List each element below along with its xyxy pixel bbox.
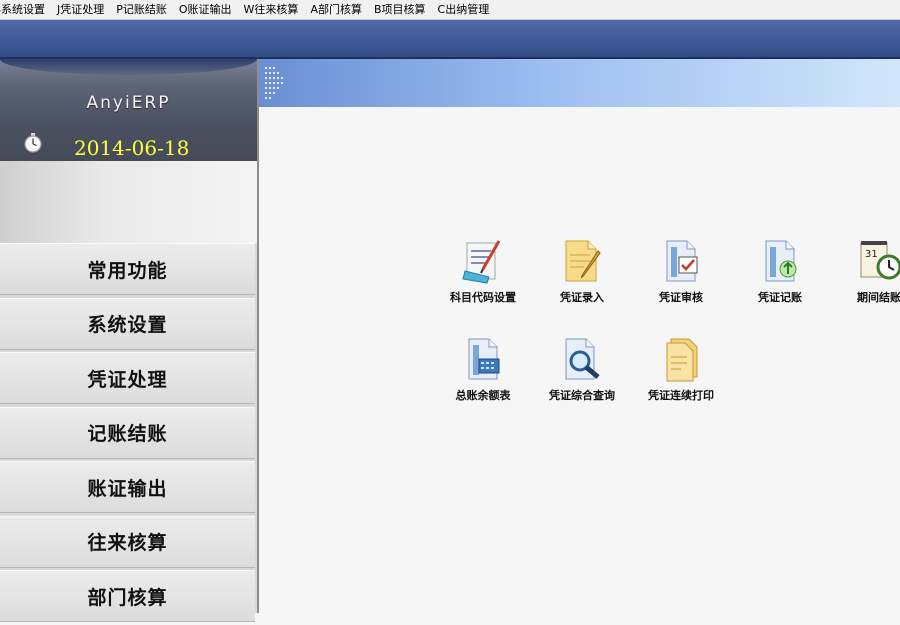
grip-dots-icon bbox=[265, 67, 283, 99]
func-label: 凭证记账 bbox=[758, 291, 802, 304]
nav-system-settings[interactable]: 系统设置 bbox=[0, 297, 255, 350]
sidebar: AnyiERP 2014-06-18 常用功能 系统设置 凭证处理 记账结账 账… bbox=[0, 59, 259, 622]
voucher-posting-icon bbox=[765, 240, 797, 282]
voucher-print-icon bbox=[666, 338, 698, 382]
func-label: 科目代码设置 bbox=[450, 291, 516, 304]
nav-voucher-processing[interactable]: 凭证处理 bbox=[0, 352, 255, 404]
menu-bar: S系统设置 J凭证处理 P记账结账 O账证输出 W往来核算 A部门核算 B项目核… bbox=[0, 0, 900, 20]
menu-system-settings[interactable]: S系统设置 bbox=[0, 0, 51, 19]
func-voucher-review[interactable]: 凭证审核 bbox=[633, 237, 729, 305]
func-period-close[interactable]: 31 期间结账 bbox=[831, 237, 900, 305]
brand-logo: AnyiERP bbox=[86, 93, 171, 113]
voucher-query-icon bbox=[565, 338, 600, 380]
func-ledger-balance[interactable]: 总账余额表 bbox=[435, 335, 531, 403]
main-panel: 科目代码设置 凭证录入 凭证审核 凭证记账 31 期间结账 总账余额表 凭证综合… bbox=[259, 59, 900, 613]
func-account-code-setup[interactable]: 科目代码设置 bbox=[435, 237, 531, 305]
nav-receivables[interactable]: 往来核算 bbox=[0, 515, 255, 568]
voucher-review-icon bbox=[666, 240, 698, 282]
sidebar-spacer bbox=[0, 161, 257, 243]
ledger-balance-icon bbox=[468, 338, 500, 380]
func-label: 总账余额表 bbox=[455, 389, 511, 402]
func-label: 凭证审核 bbox=[659, 291, 703, 304]
menu-posting-closing[interactable]: P记账结账 bbox=[116, 0, 173, 19]
nav-common-functions[interactable]: 常用功能 bbox=[0, 243, 255, 295]
svg-text:31: 31 bbox=[865, 249, 878, 260]
func-voucher-print[interactable]: 凭证连续打印 bbox=[633, 335, 729, 403]
func-voucher-entry[interactable]: 凭证录入 bbox=[534, 237, 630, 305]
voucher-entry-icon bbox=[565, 240, 601, 282]
nav-department[interactable]: 部门核算 bbox=[0, 570, 255, 622]
period-close-icon: 31 bbox=[860, 241, 900, 280]
func-label: 期间结账 bbox=[857, 291, 900, 304]
menu-receivables[interactable]: W往来核算 bbox=[244, 0, 305, 19]
nav-ledger-output[interactable]: 账证输出 bbox=[0, 461, 255, 513]
toolbar-band bbox=[0, 20, 900, 57]
func-label: 凭证录入 bbox=[560, 291, 604, 304]
menu-department[interactable]: A部门核算 bbox=[310, 0, 368, 19]
menu-ledger-output[interactable]: O账证输出 bbox=[179, 0, 238, 19]
menu-cashier[interactable]: C出纳管理 bbox=[438, 0, 496, 19]
menu-voucher-processing[interactable]: J凭证处理 bbox=[57, 0, 110, 19]
nav-posting-closing[interactable]: 记账结账 bbox=[0, 406, 255, 459]
func-label: 凭证综合查询 bbox=[549, 389, 615, 402]
account-code-icon bbox=[462, 240, 501, 284]
main-banner bbox=[259, 59, 900, 107]
stopwatch-icon bbox=[24, 133, 42, 153]
menu-project[interactable]: B项目核算 bbox=[374, 0, 432, 19]
func-voucher-query[interactable]: 凭证综合查询 bbox=[534, 335, 630, 403]
current-date: 2014-06-18 bbox=[74, 136, 190, 160]
func-label: 凭证连续打印 bbox=[648, 389, 714, 402]
sidebar-header: AnyiERP 2014-06-18 bbox=[0, 59, 257, 161]
func-voucher-posting[interactable]: 凭证记账 bbox=[732, 237, 828, 305]
sidebar-nav: 常用功能 系统设置 凭证处理 记账结账 账证输出 往来核算 部门核算 bbox=[0, 243, 255, 625]
